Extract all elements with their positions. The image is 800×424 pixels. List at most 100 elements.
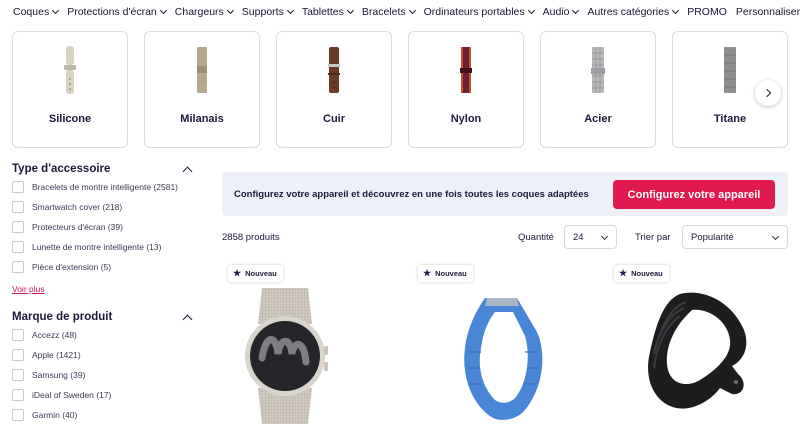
configure-banner: Configurez votre appareil et découvrez e… (222, 172, 788, 216)
filter-option-label: Protecteurs d'écran (39) (32, 222, 123, 232)
nav-item-tablettes[interactable]: Tablettes (301, 6, 354, 18)
filter-option[interactable]: Apple (1421) (12, 349, 81, 361)
material-carousel: Silicone Milanais Cuir Nylon Acier Titan… (12, 31, 788, 148)
material-card-nylon[interactable]: Nylon (408, 31, 524, 148)
sort-select[interactable]: Popularité (682, 225, 788, 249)
see-more-link[interactable]: Voir plus (12, 284, 45, 294)
filter-option-label: Samsung (39) (32, 370, 86, 380)
leather-strap-image (328, 47, 340, 93)
new-badge: ★ Nouveau (418, 265, 473, 282)
material-label: Nylon (450, 113, 482, 125)
nav-item-ordinateurs[interactable]: Ordinateurs portables (423, 6, 535, 18)
product-image-black-band[interactable] (640, 290, 752, 424)
filter-option-label: Pièce d'extension (5) (32, 262, 112, 272)
star-icon: ★ (233, 268, 242, 278)
nav-item-autres[interactable]: Autres catégories (587, 6, 680, 18)
carousel-next-button[interactable] (755, 80, 781, 106)
nav-item-label: Personnaliser (735, 6, 800, 18)
silicone-strap-image (64, 46, 76, 94)
filter-option-label: Accezz (48) (32, 330, 77, 340)
badge-label: Nouveau (245, 269, 277, 278)
filter-option[interactable]: Garmin (40) (12, 409, 77, 421)
nav-item-label: Coques (13, 6, 50, 18)
filter-option[interactable]: Pièce d'extension (5) (12, 261, 111, 273)
nav-item-label: Bracelets (361, 6, 406, 18)
nav-item-label: Autres catégories (587, 6, 670, 18)
material-card-silicone[interactable]: Silicone (12, 31, 128, 148)
nav-item-promo[interactable]: PROMO (687, 6, 727, 18)
badge-label: Nouveau (631, 269, 663, 278)
chevron-down-icon (52, 6, 60, 15)
filter-option[interactable]: Lunette de montre intelligente (13) (12, 241, 161, 253)
nav-item-label: Chargeurs (174, 6, 224, 18)
quantity-label: Quantité (518, 232, 554, 243)
chevron-down-icon (226, 6, 234, 15)
product-image-blue-loop[interactable] (455, 292, 550, 424)
banner-text: Configurez votre appareil et découvrez e… (234, 189, 589, 200)
chevron-down-icon (346, 6, 354, 15)
checkbox[interactable] (12, 369, 24, 381)
checkbox[interactable] (12, 181, 24, 193)
nav-item-coques[interactable]: Coques (13, 6, 60, 18)
chevron-right-icon (762, 88, 771, 98)
filter-option[interactable]: Smartwatch cover (218) (12, 201, 122, 213)
material-label: Cuir (323, 113, 345, 125)
chevron-down-icon (408, 6, 416, 15)
checkbox[interactable] (12, 261, 24, 273)
titanium-strap-image (724, 47, 736, 93)
filter-option[interactable]: Protecteurs d'écran (39) (12, 221, 123, 233)
chevron-down-icon (600, 232, 609, 241)
filter-title-type: Type d'accessoire (12, 163, 111, 175)
filter-option[interactable]: iDeal of Sweden (17) (12, 389, 111, 401)
nav-item-protections[interactable]: Protections d'écran (67, 6, 167, 18)
material-card-milanais[interactable]: Milanais (144, 31, 260, 148)
milanese-strap-image (197, 47, 207, 93)
material-card-acier[interactable]: Acier (540, 31, 656, 148)
configure-device-button[interactable]: Configurez votre appareil (613, 180, 775, 209)
nav-item-label: Ordinateurs portables (423, 6, 525, 18)
badge-label: Nouveau (435, 269, 467, 278)
chevron-down-icon (286, 6, 294, 15)
checkbox[interactable] (12, 329, 24, 341)
checkbox[interactable] (12, 389, 24, 401)
material-card-cuir[interactable]: Cuir (276, 31, 392, 148)
filter-option-label: Lunette de montre intelligente (13) (32, 242, 162, 252)
sort-value: Popularité (691, 231, 734, 243)
top-navigation: Coques Protections d'écran Chargeurs Sup… (0, 0, 800, 24)
filter-option[interactable]: Accezz (48) (12, 329, 77, 341)
checkbox[interactable] (12, 349, 24, 361)
chevron-up-icon[interactable] (182, 166, 193, 177)
nav-item-label: Supports (241, 6, 284, 18)
filter-title-brand: Marque de produit (12, 311, 113, 323)
checkbox[interactable] (12, 241, 24, 253)
checkbox[interactable] (12, 409, 24, 421)
nav-item-bracelets[interactable]: Bracelets (361, 6, 416, 18)
filter-option[interactable]: Bracelets de montre intelligente (2581) (12, 181, 178, 193)
filter-option-label: Apple (1421) (32, 350, 81, 360)
chevron-down-icon (672, 6, 680, 15)
results-count: 2858 produits (222, 232, 280, 243)
material-label: Acier (584, 113, 612, 125)
nav-item-supports[interactable]: Supports (241, 6, 294, 18)
nav-item-audio[interactable]: Audio (543, 6, 580, 18)
chevron-down-icon (159, 6, 167, 15)
nav-item-label: Tablettes (301, 6, 344, 18)
chevron-down-icon (527, 6, 535, 15)
material-label: Titane (713, 113, 747, 125)
sort-label: Trier par (635, 232, 671, 243)
chevron-up-icon[interactable] (182, 314, 193, 325)
steel-strap-image (591, 47, 605, 93)
new-badge: ★ Nouveau (614, 265, 669, 282)
star-icon: ★ (423, 268, 432, 278)
filter-option-label: Smartwatch cover (218) (32, 202, 123, 212)
filter-option[interactable]: Samsung (39) (12, 369, 85, 381)
checkbox[interactable] (12, 201, 24, 213)
product-image-milanese-watch[interactable] (240, 288, 330, 424)
star-icon: ★ (619, 268, 628, 278)
nav-item-chargeurs[interactable]: Chargeurs (174, 6, 234, 18)
quantity-select[interactable]: 24 (564, 225, 617, 249)
nav-item-personnaliser[interactable]: Personnaliser (736, 6, 800, 18)
checkbox[interactable] (12, 221, 24, 233)
quantity-value: 24 (573, 231, 584, 243)
chevron-down-icon (771, 232, 780, 241)
